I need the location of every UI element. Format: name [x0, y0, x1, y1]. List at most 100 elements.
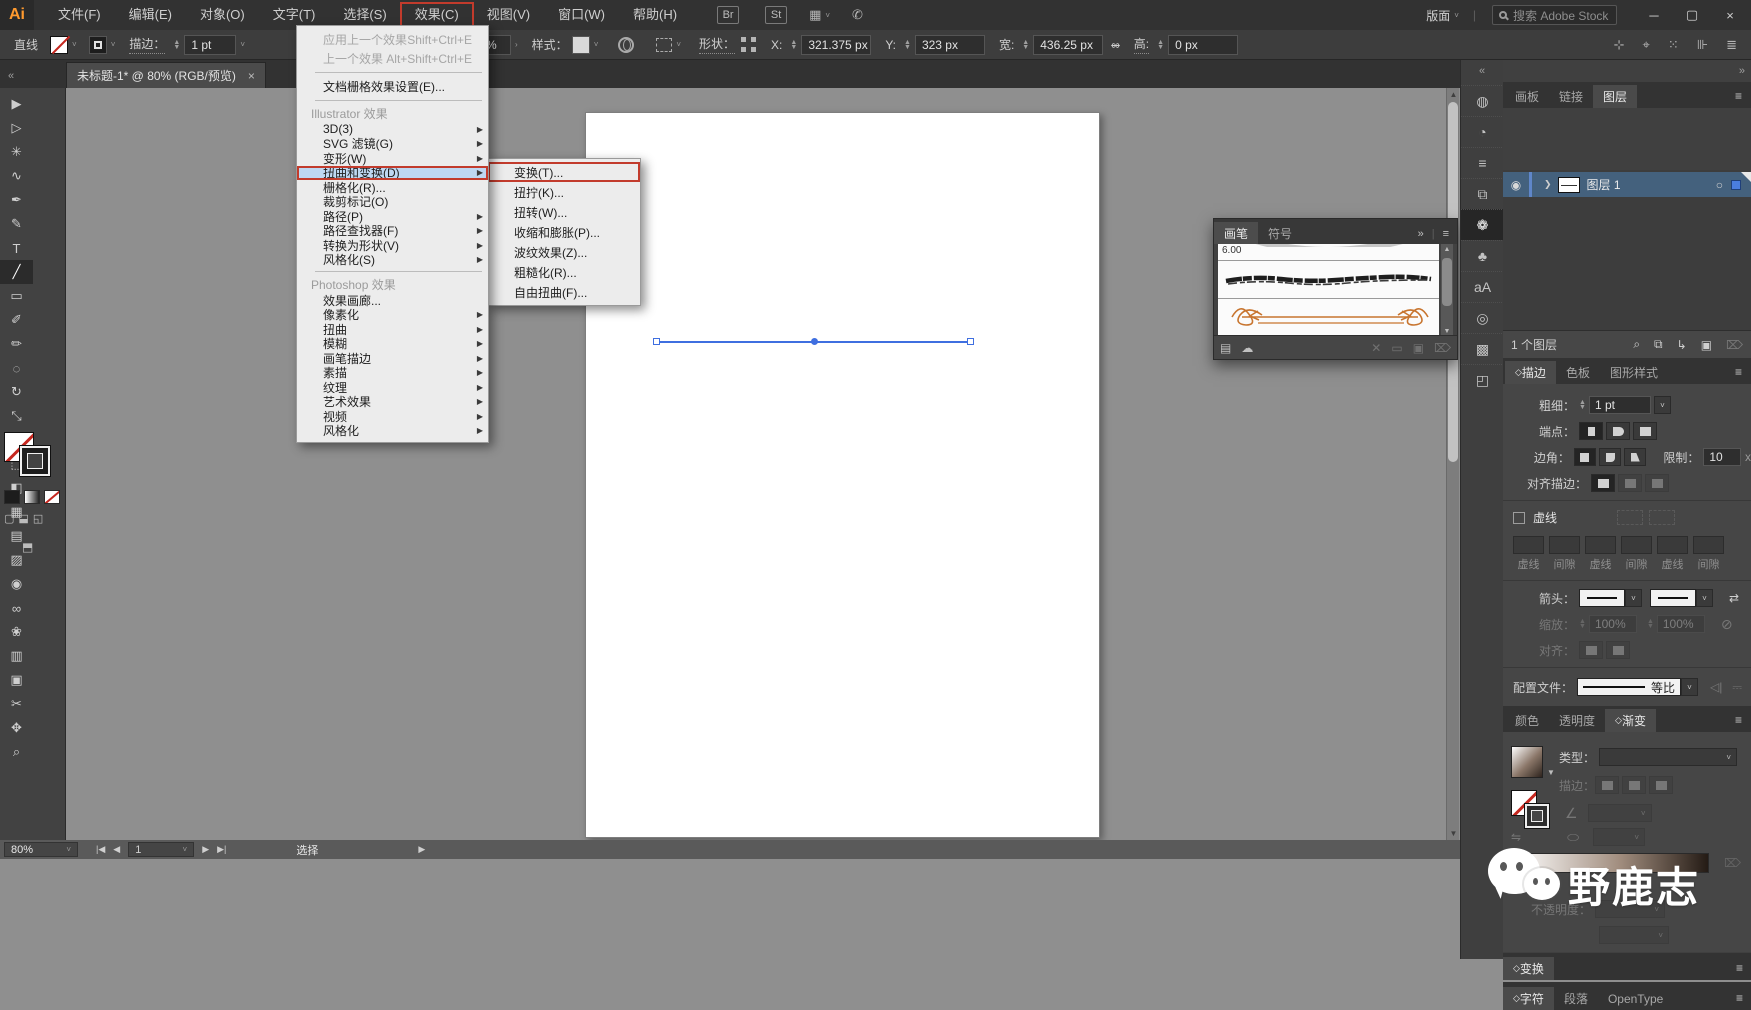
artboard-navigation-select[interactable]: 1˅ [128, 842, 194, 857]
panel-tab[interactable]: OpenType [1598, 987, 1673, 1010]
new-sublayer-icon[interactable]: ↳ [1677, 338, 1687, 352]
collapse-toolbar-icon[interactable]: « [0, 66, 66, 88]
eyedropper-tool[interactable]: ◉ [0, 572, 33, 596]
stroke-color-swatch[interactable] [50, 36, 68, 54]
stroke-link-label[interactable]: 描边： [129, 35, 165, 54]
panel-tab[interactable]: 画笔 [1214, 222, 1258, 244]
brush-libraries-icon[interactable]: ▤ [1220, 341, 1231, 355]
fill-stroke-indicator[interactable] [4, 432, 62, 484]
y-field[interactable]: 323 px [915, 35, 985, 55]
gradient-presets-dropdown[interactable]: ▼ [1547, 768, 1555, 777]
weight-dropdown[interactable]: ˅ [1654, 396, 1671, 414]
effect-menu-item[interactable]: 风格化 ▶ [297, 424, 488, 439]
symbol-sprayer-tool[interactable]: ❀ [0, 620, 33, 644]
menubar-item[interactable]: 窗口(W) [544, 3, 619, 27]
arrow-align-tip-button[interactable] [1579, 641, 1603, 659]
document-tab[interactable]: 未标题-1* @ 80% (RGB/预览) × [66, 62, 266, 88]
rectangle-tool[interactable]: ▭ [0, 284, 33, 308]
join-miter-button[interactable] [1574, 448, 1596, 466]
style-swatch[interactable] [572, 36, 590, 54]
panel-tab[interactable]: 透明度 [1549, 709, 1605, 732]
width-profile-select[interactable]: 等比 ˅ [1577, 678, 1698, 696]
color-button[interactable] [4, 490, 20, 504]
direct-selection-tool[interactable]: ▷ [0, 116, 33, 140]
panel-tab[interactable]: 描边 [1505, 361, 1556, 384]
arrow-scale-end-field[interactable]: 100% [1657, 615, 1705, 633]
menubar-item[interactable]: 帮助(H) [619, 3, 691, 27]
opacity-more-icon[interactable]: › [515, 40, 518, 49]
flip-along-icon[interactable]: ◁| [1710, 680, 1722, 694]
chevron-down-icon[interactable]: ˅ [111, 40, 116, 49]
layer-row[interactable]: ◉ ❯ 图层 1 ○ [1503, 172, 1751, 197]
vertical-scrollbar[interactable]: ▲ ▼ [1446, 88, 1459, 840]
menubar-item[interactable]: 效果(C) [401, 3, 473, 27]
shape-label[interactable]: 形状： [699, 35, 735, 54]
width-field[interactable]: 436.25 px [1033, 35, 1103, 55]
line-anchor-center[interactable] [811, 338, 818, 345]
join-round-button[interactable] [1599, 448, 1621, 466]
cap-butt-button[interactable] [1579, 422, 1603, 440]
character-styles-panel-icon[interactable]: aA [1461, 271, 1504, 302]
appearance-panel-icon[interactable]: ◎ [1461, 302, 1504, 333]
effect-menu-item[interactable]: 上一个效果 Alt+Shift+Ctrl+E [297, 49, 488, 68]
effect-menu-item[interactable]: 风格化(S) ▶ [297, 253, 488, 268]
menubar-item[interactable]: 对象(O) [186, 3, 259, 27]
rotate-tool[interactable]: ↻ [0, 380, 33, 404]
submenu-item[interactable]: 粗糙化(R)... [488, 262, 640, 282]
shaper-tool[interactable]: ◌ [0, 356, 33, 380]
share-screen-icon[interactable]: ✆ [852, 7, 863, 23]
link-scale-icon[interactable]: ⊘ [1721, 616, 1733, 633]
previous-artboard-button[interactable]: ◀ [113, 844, 120, 855]
draw-inside-icon[interactable]: ◱ [33, 512, 43, 525]
menubar-item[interactable]: 文件(F) [44, 3, 115, 27]
swap-arrowheads-icon[interactable]: ⇄ [1729, 591, 1739, 605]
lasso-tool[interactable]: ∿ [0, 164, 33, 188]
effect-menu-item[interactable]: Photoshop 效果 [297, 276, 488, 293]
arrowhead-start-select[interactable]: ˅ [1579, 589, 1642, 607]
stroke-swatch[interactable] [20, 446, 50, 476]
locate-object-icon[interactable]: ⌕ [1633, 337, 1640, 352]
pen-tool[interactable]: ✒ [0, 188, 33, 212]
stroke-stepper[interactable]: ▲▼ [173, 40, 180, 50]
submenu-item[interactable]: 自由扭曲(F)... [488, 282, 640, 302]
clipping-mask-icon[interactable]: ⧉ [1654, 337, 1663, 352]
select-similar-icon[interactable]: ⌖ [1643, 37, 1650, 53]
blend-tool[interactable]: ∞ [0, 596, 33, 620]
gradient-angle-select[interactable]: ˅ [1588, 804, 1652, 822]
scale-tool[interactable]: ⤡ [0, 404, 33, 428]
menubar-item[interactable]: 编辑(E) [115, 3, 186, 27]
chevron-down-icon[interactable]: ˅ [676, 40, 681, 49]
expand-panels-icon[interactable]: « [1461, 60, 1503, 85]
height-stepper[interactable]: ▲▼ [1157, 40, 1164, 50]
app-grid-icon[interactable]: ⁙ [1668, 37, 1679, 53]
expand-layer-icon[interactable]: ❯ [1544, 179, 1552, 190]
layer-thumbnail[interactable] [1558, 177, 1580, 193]
menubar-item[interactable]: 选择(S) [329, 3, 400, 27]
collapse-panels-icon[interactable]: » [1739, 65, 1745, 77]
dock-column-icon[interactable]: ⊪ [1697, 37, 1708, 53]
arrange-documents-icon[interactable]: ▦ [809, 7, 821, 23]
graphic-styles-panel-icon[interactable]: ▩ [1461, 333, 1504, 364]
layer-name[interactable]: 图层 1 [1587, 176, 1621, 193]
none-button[interactable] [44, 490, 60, 504]
preserve-dash-button[interactable] [1617, 510, 1643, 525]
scroll-right-arrow[interactable]: ▶ [418, 844, 425, 855]
effect-menu-item[interactable]: 应用上一个效果 Shift+Ctrl+E [297, 30, 488, 49]
stroke-weight-field[interactable]: 1 pt [184, 35, 236, 55]
line-anchor-right[interactable] [967, 338, 974, 345]
selection-indicator[interactable] [1731, 180, 1741, 190]
arrow-align-end-button[interactable] [1606, 641, 1630, 659]
artboard-tool[interactable]: ▣ [0, 668, 33, 692]
gradient-thumbnail[interactable] [1511, 746, 1543, 778]
line-anchor-left[interactable] [653, 338, 660, 345]
remove-brush-stroke-icon[interactable]: ✕ [1371, 341, 1381, 355]
chevron-down-icon[interactable]: ˅ [1454, 11, 1459, 20]
stop-location-select[interactable]: ˅ [1599, 926, 1669, 944]
submenu-item[interactable]: 扭拧(K)... [488, 182, 640, 202]
panel-tab[interactable]: 字符 [1503, 987, 1554, 1010]
chevron-down-icon[interactable]: ˅ [594, 40, 599, 49]
align-outside-button[interactable] [1645, 474, 1669, 492]
artboard[interactable] [585, 112, 1100, 838]
gradient-type-select[interactable]: ˅ [1599, 748, 1737, 766]
magic-wand-tool[interactable]: ✳ [0, 140, 33, 164]
